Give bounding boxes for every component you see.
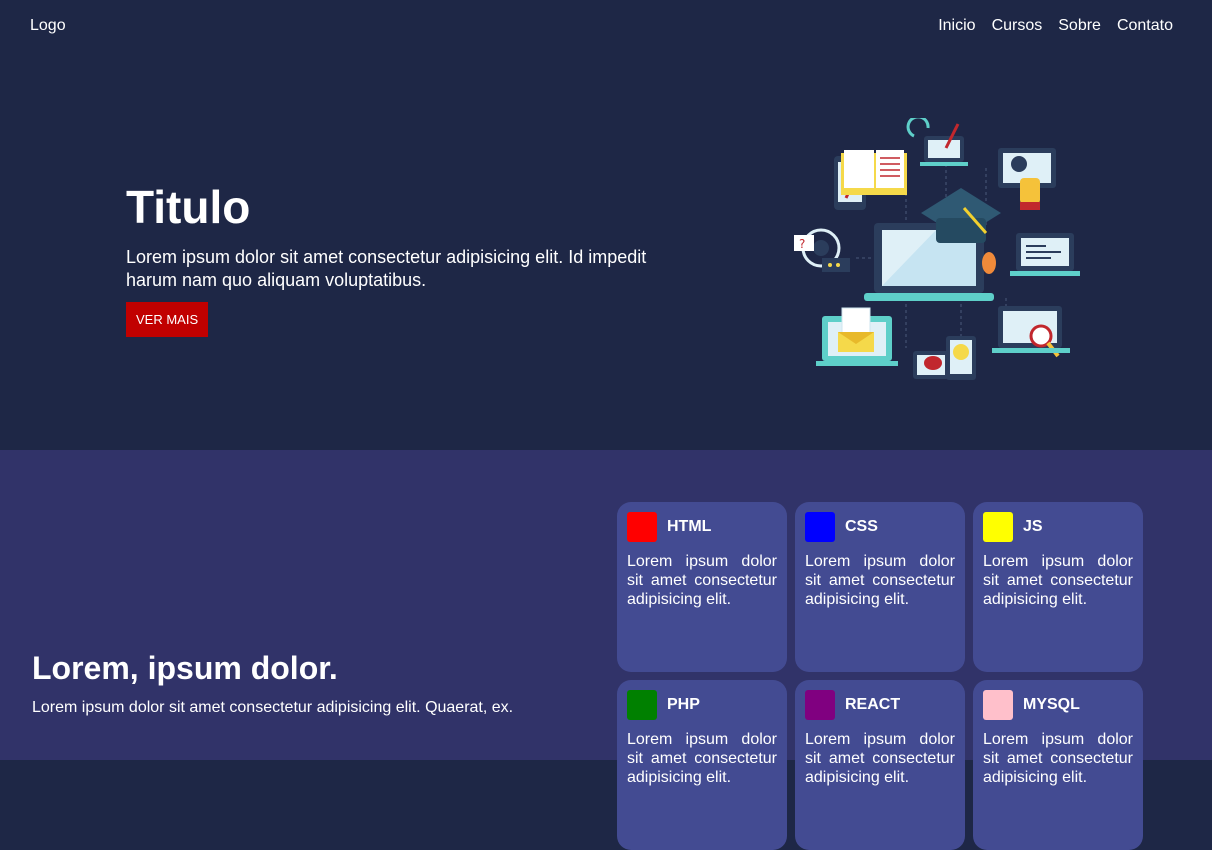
card-text: Lorem ipsum dolor sit amet consectetur a… (805, 731, 955, 786)
card-css: CSS Lorem ipsum dolor sit amet consectet… (795, 502, 965, 672)
skills-section: Lorem, ipsum dolor. Lorem ipsum dolor si… (0, 450, 1212, 850)
card-title: HTML (667, 518, 712, 535)
hero-content: Titulo Lorem ipsum dolor sit amet consec… (126, 182, 666, 337)
color-swatch-icon (983, 690, 1013, 720)
svg-text:?: ? (799, 237, 805, 251)
section-description: Lorem ipsum dolor sit amet consectetur a… (32, 699, 514, 716)
color-swatch-icon (805, 690, 835, 720)
card-title: REACT (845, 696, 901, 713)
header: Logo Inicio Cursos Sobre Contato Titulo … (0, 0, 1212, 450)
card-react: REACT Lorem ipsum dolor sit amet consect… (795, 680, 965, 850)
card-text: Lorem ipsum dolor sit amet consectetur a… (627, 731, 777, 786)
nav-link-contato[interactable]: Contato (1117, 17, 1173, 35)
section-content: Lorem, ipsum dolor. Lorem ipsum dolor si… (32, 650, 592, 718)
card-title: JS (1023, 518, 1043, 535)
color-swatch-icon (805, 512, 835, 542)
color-swatch-icon (627, 512, 657, 542)
ver-mais-button[interactable]: VER MAIS (126, 302, 209, 337)
card-text: Lorem ipsum dolor sit amet consectetur a… (805, 553, 955, 608)
color-swatch-icon (983, 512, 1013, 542)
card-title: MYSQL (1023, 696, 1080, 713)
card-title: CSS (845, 518, 878, 535)
card-text: Lorem ipsum dolor sit amet consectetur a… (627, 553, 777, 608)
card-html: HTML Lorem ipsum dolor sit amet consecte… (617, 502, 787, 672)
card-mysql: MYSQL Lorem ipsum dolor sit amet consect… (973, 680, 1143, 850)
card-js: JS Lorem ipsum dolor sit amet consectetu… (973, 502, 1143, 672)
nav-menu: Inicio Cursos Sobre Contato (938, 17, 1173, 35)
hero-description: Lorem ipsum dolor sit amet consectetur a… (126, 247, 647, 290)
card-text: Lorem ipsum dolor sit amet consectetur a… (983, 731, 1133, 786)
logo[interactable]: Logo (30, 17, 66, 35)
nav-link-sobre[interactable]: Sobre (1058, 17, 1101, 35)
e-learning-illustration: ? (794, 118, 1080, 380)
nav-link-cursos[interactable]: Cursos (992, 17, 1043, 35)
navbar: Logo Inicio Cursos Sobre Contato (0, 0, 1212, 54)
card-text: Lorem ipsum dolor sit amet consectetur a… (983, 553, 1133, 608)
card-grid: HTML Lorem ipsum dolor sit amet consecte… (617, 502, 1147, 850)
nav-link-inicio[interactable]: Inicio (938, 17, 975, 35)
hero-title: Titulo (126, 181, 251, 233)
card-title: PHP (667, 696, 700, 713)
section-title: Lorem, ipsum dolor. (32, 650, 338, 686)
color-swatch-icon (627, 690, 657, 720)
card-php: PHP Lorem ipsum dolor sit amet consectet… (617, 680, 787, 850)
